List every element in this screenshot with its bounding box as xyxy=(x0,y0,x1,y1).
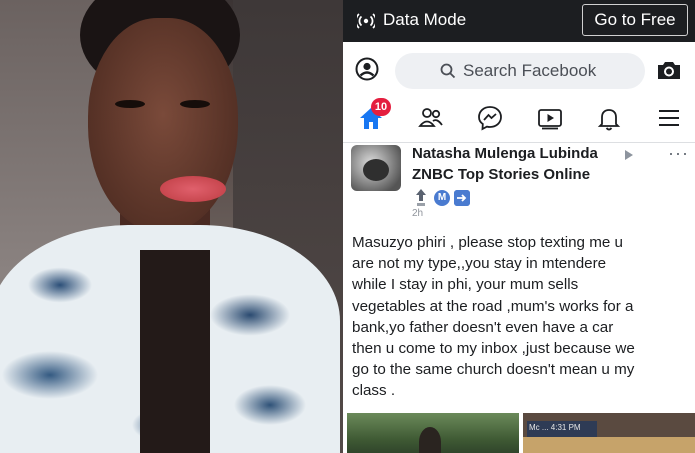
thumbnail-status-text: Mc ... 4:31 PM xyxy=(529,423,581,432)
post-line: go to the same church doesn't mean u my xyxy=(352,361,635,379)
tab-menu[interactable] xyxy=(655,104,683,132)
camera-icon[interactable] xyxy=(656,59,682,81)
post-author[interactable]: Natasha Mulenga Lubinda xyxy=(412,145,598,162)
post-line: Masuzyo phiri , please stop texting me u xyxy=(352,234,623,251)
post-body: Masuzyo phiri , please stop texting me u… xyxy=(352,232,692,402)
post-line: bank,yo father doesn't even have a car xyxy=(352,318,614,336)
post-line: class . xyxy=(352,382,396,400)
photo-lips xyxy=(160,176,226,202)
thumbnail-person xyxy=(419,427,441,453)
thumbnail-frame xyxy=(523,437,695,453)
member-badge: M xyxy=(434,190,450,206)
tab-friends[interactable] xyxy=(417,104,445,132)
search-icon xyxy=(440,63,456,79)
more-options-icon[interactable]: ··· xyxy=(668,143,689,164)
go-to-free-button[interactable]: Go to Free xyxy=(582,4,688,36)
tab-watch[interactable] xyxy=(536,104,564,132)
search-input[interactable]: Search Facebook xyxy=(395,53,645,89)
friends-icon xyxy=(418,108,443,127)
post-line: vegetables at the road ,mum's works for … xyxy=(352,297,634,315)
navigation-bar: 10 xyxy=(343,94,695,143)
post-page[interactable]: ZNBC Top Stories Online xyxy=(412,166,590,183)
upvote-icon xyxy=(416,189,426,206)
post-timestamp: 2h xyxy=(412,208,424,219)
avatar[interactable] xyxy=(351,145,401,191)
messenger-icon xyxy=(478,106,502,131)
profile-photo xyxy=(0,0,343,453)
photo-collar-gap xyxy=(140,250,210,453)
post-line: are not my type,,you stay in mtendere xyxy=(352,255,607,273)
post-line: then u come to my inbox ,just because we xyxy=(352,340,635,358)
data-mode-label: Data Mode xyxy=(383,10,467,29)
data-mode-bar: Data Mode Go to Free xyxy=(343,0,695,42)
tab-messenger[interactable] xyxy=(476,104,504,132)
photo-face xyxy=(88,18,238,233)
notifications-icon xyxy=(597,109,621,131)
data-mode-icon xyxy=(357,13,375,29)
search-row: Search Facebook xyxy=(343,42,695,94)
photo-eye-right xyxy=(180,100,210,108)
menu-icon xyxy=(659,110,679,126)
facebook-screen: Data Mode Go to Free Search Facebook 10 … xyxy=(343,0,695,453)
watch-icon xyxy=(538,109,562,130)
post-header: Natasha Mulenga Lubinda ··· ZNBC Top Sto… xyxy=(343,142,695,222)
search-placeholder: Search Facebook xyxy=(463,61,597,80)
post-line: while I stay in phi, your mum sells xyxy=(352,276,579,294)
post-image-thumbnail[interactable]: Mc ... 4:31 PM xyxy=(523,413,695,453)
forward-arrow-icon xyxy=(454,190,470,206)
post-image-thumbnail[interactable] xyxy=(347,413,519,453)
photo-eye-left xyxy=(115,100,145,108)
tab-notifications[interactable] xyxy=(595,104,623,132)
profile-icon[interactable] xyxy=(355,57,379,81)
share-arrow-icon xyxy=(625,150,633,160)
home-notification-badge: 10 xyxy=(371,98,391,116)
